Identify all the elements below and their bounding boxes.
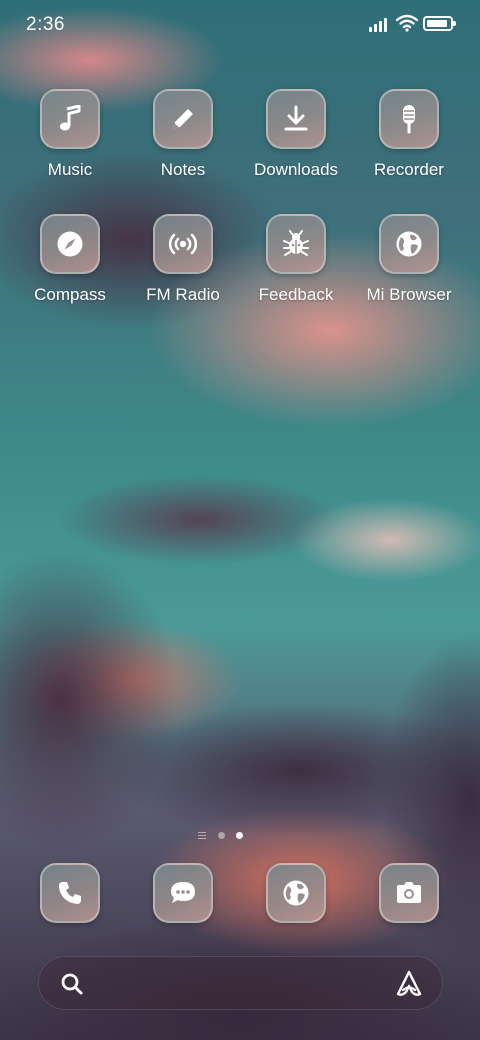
radio-icon [168, 233, 198, 255]
page-dot-current[interactable] [236, 832, 243, 839]
battery-icon [423, 16, 456, 31]
battery-level [427, 20, 447, 27]
app-feedback[interactable]: Feedback [241, 214, 351, 305]
app-label: Feedback [258, 285, 334, 304]
wifi-icon [396, 14, 418, 32]
dock-icon-camera[interactable] [379, 863, 439, 923]
dock-camera[interactable] [379, 863, 439, 923]
app-icon-mi-browser[interactable] [379, 214, 439, 274]
app-icon-music[interactable] [40, 89, 100, 149]
globe-icon [283, 880, 309, 906]
app-compass[interactable]: Compass [15, 214, 125, 305]
app-notes[interactable]: Notes [128, 89, 238, 180]
dock-messages[interactable] [153, 863, 213, 923]
app-label: Mi Browser [366, 285, 452, 304]
app-label: FM Radio [146, 285, 220, 304]
globe-icon [396, 231, 422, 257]
page-dot[interactable] [218, 832, 225, 839]
app-music[interactable]: Music [15, 89, 125, 180]
status-bar: 2:36 [0, 0, 480, 50]
app-label: Recorder [374, 160, 444, 179]
app-label: Notes [160, 160, 206, 179]
pencil-icon [173, 109, 193, 129]
app-icon-compass[interactable] [40, 214, 100, 274]
camera-icon [397, 882, 421, 903]
app-icon-downloads[interactable] [266, 89, 326, 149]
app-label: Compass [34, 285, 106, 304]
microphone-icon [403, 105, 415, 134]
app-downloads[interactable]: Downloads [241, 89, 351, 180]
dock-browser[interactable] [266, 863, 326, 923]
app-label: Downloads [253, 160, 339, 179]
app-mi-browser[interactable]: Mi Browser [354, 214, 464, 305]
status-time: 2:36 [26, 14, 65, 35]
app-icon-fm-radio[interactable] [153, 214, 213, 274]
app-recorder[interactable]: Recorder [354, 89, 464, 180]
search-icon[interactable] [59, 971, 85, 997]
app-fm-radio[interactable]: FM Radio [128, 214, 238, 305]
dock-icon-messages[interactable] [153, 863, 213, 923]
music-note-icon [60, 105, 81, 131]
chat-bubble-icon [171, 882, 195, 903]
app-icon-feedback[interactable] [266, 214, 326, 274]
page-indicator[interactable] [198, 830, 248, 842]
dock-phone[interactable] [40, 863, 100, 923]
bug-icon [283, 230, 309, 256]
search-bar[interactable] [38, 956, 443, 1010]
dock-icon-phone[interactable] [40, 863, 100, 923]
feed-lines-icon [198, 832, 206, 839]
app-icon-notes[interactable] [153, 89, 213, 149]
app-label: Music [47, 160, 93, 179]
assistant-icon[interactable] [394, 969, 424, 999]
phone-icon [59, 882, 81, 904]
signal-icon [369, 16, 391, 32]
app-icon-recorder[interactable] [379, 89, 439, 149]
download-icon [284, 105, 308, 131]
compass-icon [57, 231, 83, 257]
dock-icon-browser[interactable] [266, 863, 326, 923]
